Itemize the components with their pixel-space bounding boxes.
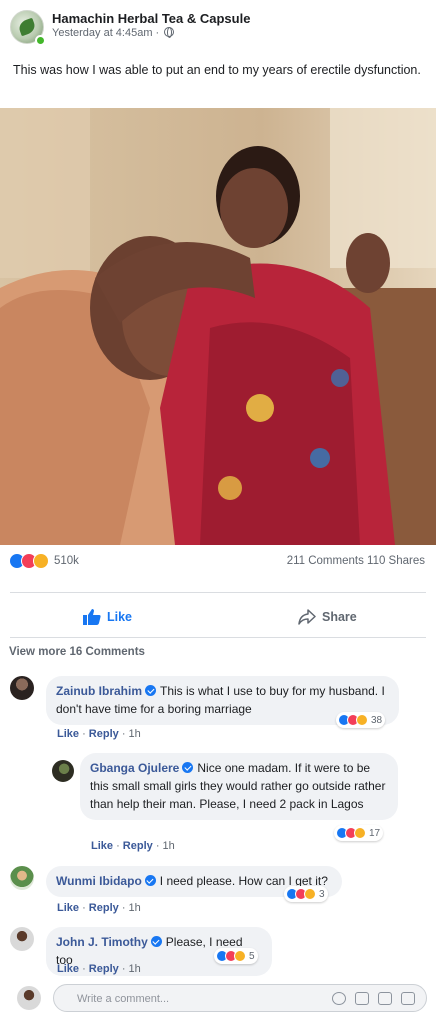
like-button-label: Like [107, 610, 133, 624]
comment-reply-link[interactable]: Reply [89, 902, 119, 914]
comment-reactions[interactable]: 38 [336, 712, 386, 728]
post-text: This was how I was able to put an end to… [13, 63, 421, 77]
post-header: Hamachin Herbal Tea & Capsule Yesterday … [0, 0, 436, 50]
comment-author[interactable]: Gbanga Ojulere [90, 761, 179, 775]
couple-hugging-photo [0, 108, 436, 545]
post-timestamp[interactable]: Yesterday at 4:45am · [52, 27, 162, 39]
emoji-icon[interactable] [332, 992, 346, 1005]
sticker-icon[interactable] [401, 992, 415, 1005]
verified-badge-icon [150, 936, 162, 947]
comment-actions: Like · Reply · 1h [57, 728, 141, 740]
view-more-comments[interactable]: View more 16 Comments [9, 646, 145, 658]
comment-reactions[interactable]: 17 [334, 825, 384, 841]
haha-reaction-icon [33, 553, 49, 569]
globe-icon [164, 27, 175, 38]
comment-actions: Like · Reply · 1h [57, 902, 141, 914]
divider [10, 637, 426, 638]
comment-time: 1h [162, 840, 175, 852]
comment-reaction-count: 3 [319, 888, 325, 900]
comment-reactions[interactable]: 5 [214, 948, 258, 964]
comment-reactions[interactable]: 3 [284, 886, 328, 902]
comment-reaction-count: 5 [249, 950, 255, 962]
avatar[interactable] [10, 676, 34, 700]
reaction-icons[interactable] [9, 553, 55, 569]
comment-reaction-count: 38 [371, 714, 383, 726]
reaction-count[interactable]: 510k [54, 555, 79, 567]
share-button[interactable]: Share [298, 607, 357, 627]
comment-reaction-count: 17 [369, 827, 381, 839]
comment-author[interactable]: John J. Timothy [56, 935, 148, 949]
comment-reply-link[interactable]: Reply [123, 840, 153, 852]
comment-like-link[interactable]: Like [57, 963, 79, 975]
comment-input[interactable]: Write a comment... [53, 984, 427, 1012]
post-photo[interactable] [0, 108, 436, 545]
verified-badge-icon [145, 685, 157, 696]
avatar[interactable] [10, 866, 34, 890]
comment-bubble: Gbanga Ojulere Nice one madam. If it were… [80, 753, 398, 820]
thumbs-up-icon [83, 609, 101, 625]
avatar [17, 986, 41, 1010]
haha-reaction-icon [354, 827, 366, 839]
verified-badge-icon [182, 762, 194, 773]
comment-time: 1h [128, 902, 141, 914]
online-status-icon [35, 35, 46, 46]
comment-reply-link[interactable]: Reply [89, 728, 119, 740]
share-arrow-icon [298, 609, 316, 625]
comment-author[interactable]: Zainub Ibrahim [56, 684, 142, 698]
comment-composer: Write a comment... [0, 982, 436, 1018]
like-button[interactable]: Like [83, 607, 132, 627]
haha-reaction-icon [356, 714, 368, 726]
comment-input-placeholder: Write a comment... [77, 993, 170, 1005]
reactions-bar: 510k 211 Comments 110 Shares [0, 550, 436, 572]
comment-reply-link[interactable]: Reply [89, 963, 119, 975]
comment-author[interactable]: Wunmi Ibidapo [56, 874, 142, 888]
leaf-icon [17, 17, 37, 37]
share-button-label: Share [322, 610, 357, 624]
comment-like-link[interactable]: Like [91, 840, 113, 852]
comments-shares-count[interactable]: 211 Comments 110 Shares [287, 555, 425, 567]
avatar[interactable] [52, 760, 74, 782]
divider [10, 592, 426, 593]
avatar[interactable] [10, 927, 34, 951]
page-name[interactable]: Hamachin Herbal Tea & Capsule [52, 11, 250, 26]
comment-like-link[interactable]: Like [57, 728, 79, 740]
comment-like-link[interactable]: Like [57, 902, 79, 914]
haha-reaction-icon [304, 888, 316, 900]
camera-icon[interactable] [355, 992, 369, 1005]
haha-reaction-icon [234, 950, 246, 962]
verified-badge-icon [144, 875, 156, 886]
comment-actions: Like · Reply · 1h [91, 840, 175, 852]
post-meta: Yesterday at 4:45am · [52, 27, 175, 39]
comment-actions: Like · Reply · 1h [57, 963, 141, 975]
comment-time: 1h [128, 963, 141, 975]
comment-time: 1h [128, 728, 141, 740]
gif-icon[interactable] [378, 992, 392, 1005]
